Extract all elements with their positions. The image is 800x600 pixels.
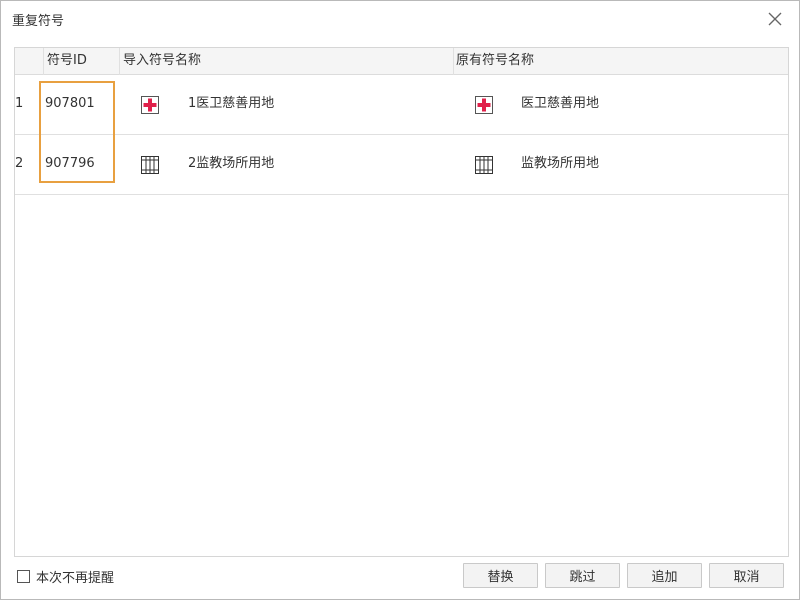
duplicate-symbol-table: 符号ID 导入符号名称 原有符号名称 1 907801 1医卫慈善用地 医卫慈善… xyxy=(14,47,789,557)
skip-button[interactable]: 跳过 xyxy=(545,563,620,588)
header-import-name: 导入符号名称 xyxy=(123,53,202,68)
grid-bars-icon xyxy=(141,156,159,174)
dont-remind-label: 本次不再提醒 xyxy=(36,570,115,586)
cancel-button[interactable]: 取消 xyxy=(709,563,784,588)
checkbox-box[interactable] xyxy=(17,569,30,583)
duplicate-symbol-dialog: 重复符号 符号ID 导入符号名称 原有符号名称 1 907801 1医卫慈善用地… xyxy=(0,0,800,600)
row-index: 1 xyxy=(15,96,24,111)
red-cross-icon xyxy=(141,96,159,114)
close-button[interactable] xyxy=(765,9,785,29)
row-index: 2 xyxy=(15,156,24,171)
symbol-id-cell: 907796 xyxy=(45,156,95,171)
existing-name-cell: 医卫慈善用地 xyxy=(521,96,600,111)
table-header: 符号ID 导入符号名称 原有符号名称 xyxy=(15,48,788,75)
table-row[interactable]: 1 907801 1医卫慈善用地 医卫慈善用地 xyxy=(15,75,788,135)
dont-remind-checkbox[interactable]: 本次不再提醒 xyxy=(17,568,115,586)
existing-name-cell: 监教场所用地 xyxy=(521,156,600,171)
import-name-cell: 2监教场所用地 xyxy=(188,156,275,171)
import-name-cell: 1医卫慈善用地 xyxy=(188,96,275,111)
title-bar: 重复符号 xyxy=(1,1,799,37)
table-row[interactable]: 2 907796 2监教场所用地 监教场所用地 xyxy=(15,135,788,195)
header-symbol-id: 符号ID xyxy=(47,53,87,68)
header-existing-name: 原有符号名称 xyxy=(456,53,535,68)
replace-button[interactable]: 替换 xyxy=(463,563,538,588)
red-cross-icon xyxy=(475,96,493,114)
grid-bars-icon xyxy=(475,156,493,174)
append-button[interactable]: 追加 xyxy=(627,563,702,588)
symbol-id-cell: 907801 xyxy=(45,96,95,111)
dialog-title: 重复符号 xyxy=(12,14,65,29)
close-icon xyxy=(768,12,782,26)
